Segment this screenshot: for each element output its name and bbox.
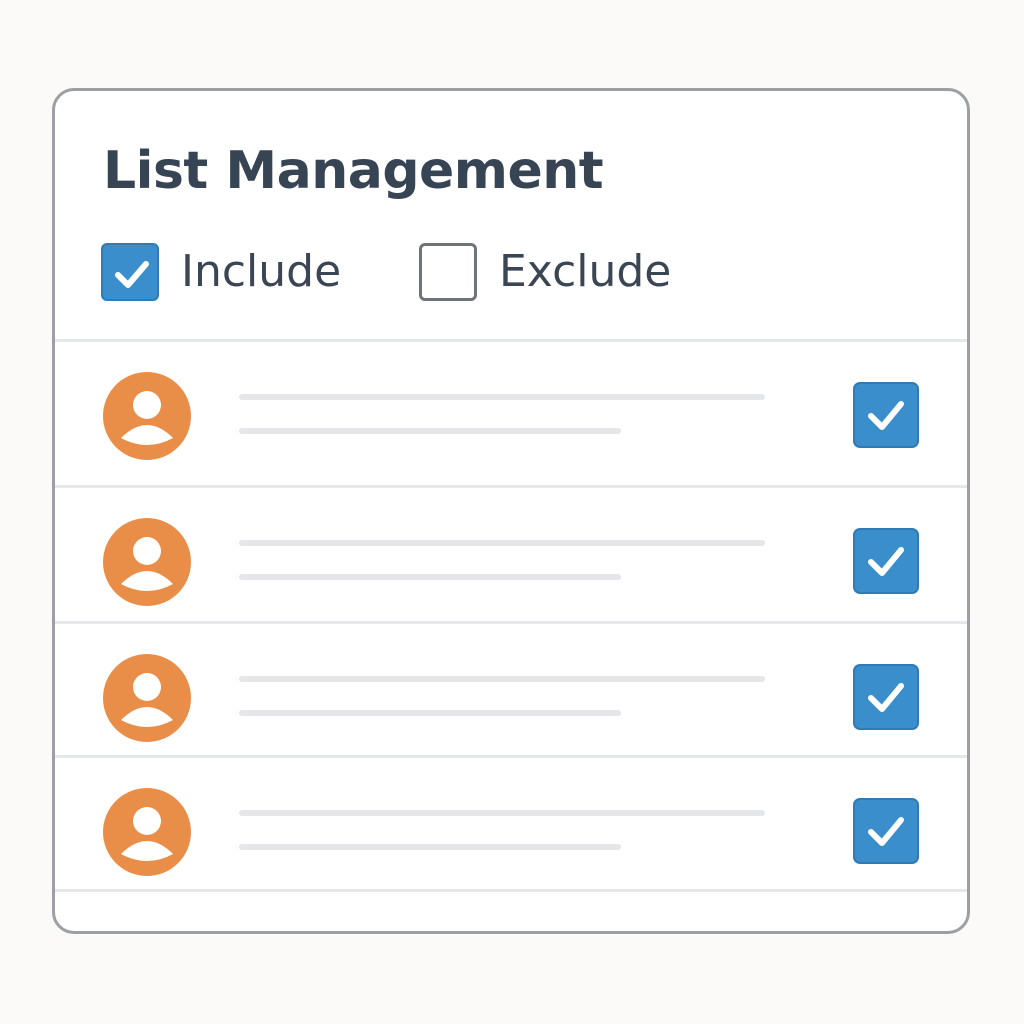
list-item[interactable] <box>55 755 967 889</box>
exclude-checkbox[interactable] <box>419 243 477 301</box>
include-checkbox[interactable] <box>101 243 159 301</box>
row-checkbox[interactable] <box>853 664 919 730</box>
user-avatar-icon <box>103 518 191 606</box>
checkmark-icon <box>868 547 904 576</box>
row-checkbox[interactable] <box>853 382 919 448</box>
exclude-label: Exclude <box>499 246 672 297</box>
checkmark-icon <box>868 683 904 712</box>
checkmark-icon <box>868 401 904 430</box>
checkmark-icon <box>115 261 149 288</box>
item-placeholder-line <box>239 810 765 816</box>
include-label: Include <box>181 246 342 297</box>
user-avatar-icon <box>103 372 191 460</box>
list-management-panel: List Management Include Exclude <box>52 88 970 934</box>
item-placeholder-line <box>239 710 621 716</box>
item-placeholder-line <box>239 844 621 850</box>
list-item[interactable] <box>55 485 967 619</box>
item-placeholder-line <box>239 394 765 400</box>
list-item[interactable] <box>55 339 967 473</box>
row-checkbox[interactable] <box>853 528 919 594</box>
item-placeholder-line <box>239 540 765 546</box>
row-checkbox[interactable] <box>853 798 919 864</box>
user-avatar-icon <box>103 654 191 742</box>
item-placeholder-line <box>239 676 765 682</box>
item-placeholder-line <box>239 428 621 434</box>
list-divider <box>55 889 967 892</box>
user-avatar-icon <box>103 788 191 876</box>
checkmark-icon <box>868 817 904 846</box>
panel-title: List Management <box>103 141 604 201</box>
item-placeholder-line <box>239 574 621 580</box>
list-item[interactable] <box>55 621 967 755</box>
